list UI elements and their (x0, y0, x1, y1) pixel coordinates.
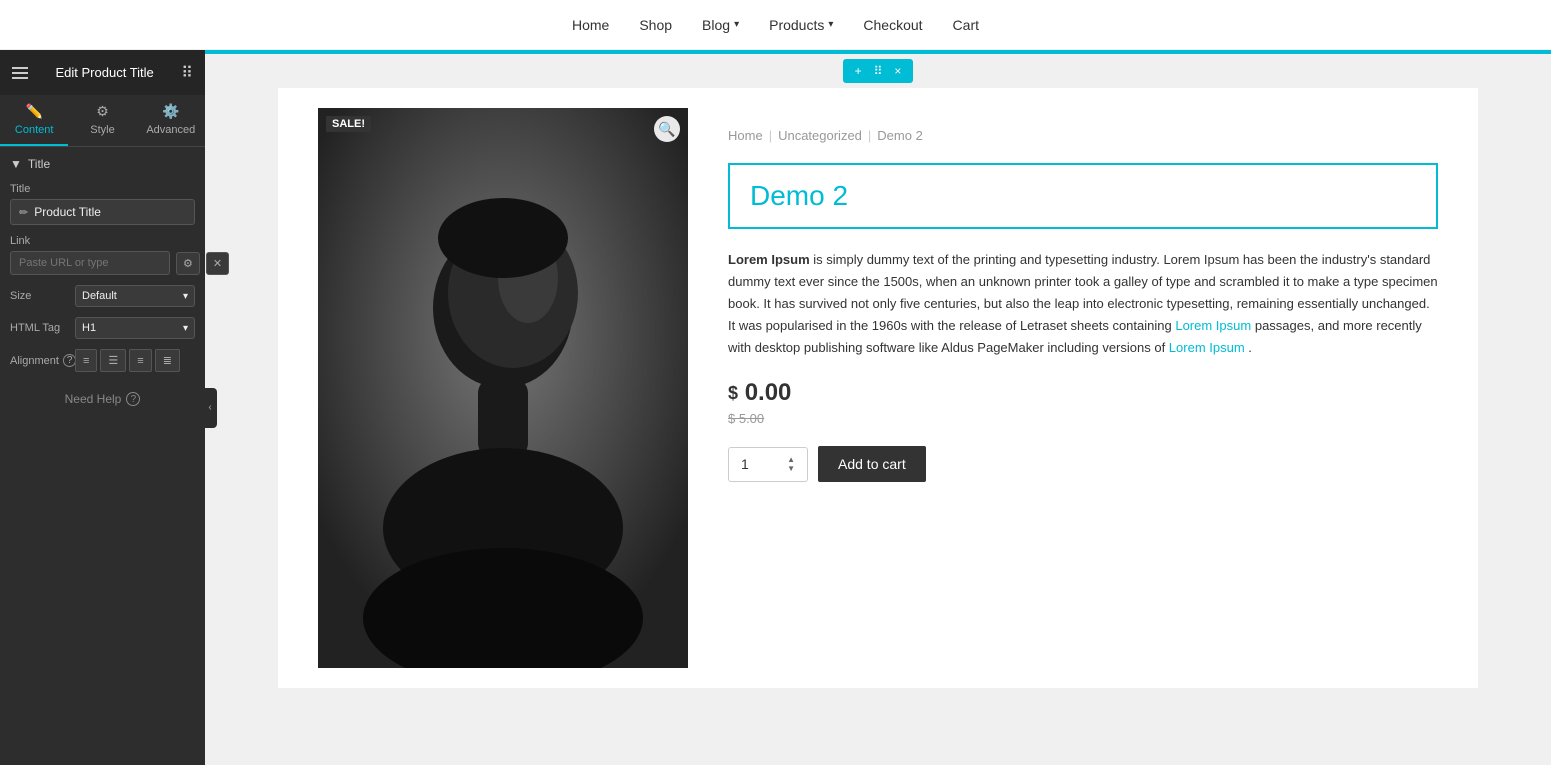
product-image (318, 108, 688, 668)
nav-cart[interactable]: Cart (953, 17, 979, 33)
link-settings-btn[interactable]: ⚙ (176, 252, 200, 275)
align-center-btn[interactable]: ☰ (100, 349, 126, 372)
title-input[interactable]: ✏ Product Title (10, 199, 195, 225)
breadcrumb-category[interactable]: Uncategorized (778, 128, 862, 143)
sale-badge: SALE! (326, 116, 371, 132)
html-tag-row: HTML Tag H1 ▾ (10, 317, 195, 339)
widget-close-btn[interactable]: × (890, 62, 905, 80)
canvas-area: + ⠿ × SALE! 🔍 (205, 50, 1551, 765)
hamburger-menu[interactable] (12, 67, 28, 79)
quantity-up[interactable]: ▲ (787, 456, 795, 464)
breadcrumb-home[interactable]: Home (728, 128, 763, 143)
desc-lorem-ipsum-bold: Lorem Ipsum (728, 252, 810, 267)
product-layout: SALE! 🔍 (318, 108, 1438, 668)
link-remove-btn[interactable]: ✕ (206, 252, 229, 275)
advanced-icon: ⚙️ (162, 103, 179, 120)
sidebar-header: Edit Product Title ⠿ (0, 50, 205, 95)
content-icon: ✏️ (25, 103, 42, 120)
currency-symbol: $ (728, 383, 738, 404)
style-icon: ⚙ (96, 103, 109, 120)
sidebar: Edit Product Title ⠿ ✏️ Content ⚙ Style … (0, 50, 205, 765)
link-input[interactable] (10, 251, 170, 275)
sidebar-collapse-tab[interactable]: ‹ (203, 388, 217, 428)
nav-checkout[interactable]: Checkout (863, 17, 922, 33)
link-field-label: Link (10, 235, 195, 247)
add-to-cart-button[interactable]: Add to cart (818, 446, 926, 482)
align-left-btn[interactable]: ≡ (75, 349, 97, 372)
tab-content[interactable]: ✏️ Content (0, 95, 68, 146)
section-title-title[interactable]: ▼ Title (10, 157, 195, 171)
quantity-value[interactable]: 1 (741, 456, 749, 472)
quantity-spinners: ▲ ▼ (787, 456, 795, 473)
html-tag-dropdown-arrow: ▾ (183, 323, 188, 334)
quantity-down[interactable]: ▼ (787, 465, 795, 473)
add-to-cart-row: 1 ▲ ▼ Add to cart (728, 446, 1438, 482)
size-dropdown-arrow: ▾ (183, 291, 188, 302)
original-price: $ 5.00 (728, 411, 1438, 426)
desc-text-3: . (1248, 340, 1252, 355)
breadcrumb-sep-2: | (868, 128, 871, 143)
main-wrapper: Edit Product Title ⠿ ✏️ Content ⚙ Style … (0, 50, 1551, 765)
product-info-col: Home | Uncategorized | Demo 2 Demo 2 Lor… (728, 108, 1438, 482)
need-help[interactable]: Need Help ? (10, 392, 195, 406)
help-icon: ? (126, 392, 140, 406)
title-input-value: Product Title (34, 205, 101, 219)
align-justify-btn[interactable]: ≣ (155, 349, 180, 372)
product-page: SALE! 🔍 (278, 88, 1478, 688)
nav-menu: Home Shop Blog ▾ Products ▾ Checkout Car… (572, 17, 979, 33)
html-tag-select-value: H1 (82, 322, 96, 334)
current-price: $ 0.00 (728, 379, 1438, 407)
size-select[interactable]: Default ▾ (75, 285, 195, 307)
widget-add-btn[interactable]: + (851, 62, 866, 80)
breadcrumb: Home | Uncategorized | Demo 2 (728, 128, 1438, 143)
alignment-label: Alignment ? (10, 354, 75, 367)
nav-products[interactable]: Products ▾ (769, 17, 833, 33)
product-title: Demo 2 (750, 180, 1416, 212)
nav-blog[interactable]: Blog ▾ (702, 17, 739, 33)
desc-link-2[interactable]: Lorem Ipsum (1169, 340, 1245, 355)
nav-shop[interactable]: Shop (639, 17, 672, 33)
breadcrumb-current: Demo 2 (877, 128, 923, 143)
widget-toolbar-inner: + ⠿ × (843, 59, 914, 83)
top-navigation: Home Shop Blog ▾ Products ▾ Checkout Car… (0, 0, 1551, 50)
sidebar-title: Edit Product Title (28, 65, 181, 80)
zoom-icon[interactable]: 🔍 (654, 116, 680, 142)
size-row: Size Default ▾ (10, 285, 195, 307)
align-right-btn[interactable]: ≡ (129, 349, 151, 372)
widget-move-btn[interactable]: ⠿ (870, 62, 887, 80)
sidebar-content: ▼ Title Title ✏ Product Title Link ⚙ ✕ S… (0, 147, 205, 765)
price-amount: 0.00 (745, 379, 792, 406)
quantity-input-wrapper: 1 ▲ ▼ (728, 447, 808, 482)
nav-home[interactable]: Home (572, 17, 609, 33)
title-field-label: Title (10, 183, 195, 195)
html-tag-label: HTML Tag (10, 322, 75, 334)
product-price: $ 0.00 $ 5.00 (728, 379, 1438, 426)
product-description: Lorem Ipsum is simply dummy text of the … (728, 249, 1438, 359)
product-title-box: Demo 2 (728, 163, 1438, 229)
alignment-buttons: ≡ ☰ ≡ ≣ (75, 349, 180, 372)
tab-advanced[interactable]: ⚙️ Advanced (137, 95, 205, 146)
section-arrow-icon: ▼ (10, 157, 22, 171)
size-select-value: Default (82, 290, 117, 302)
more-options-icon[interactable]: ⠿ (181, 63, 193, 83)
alignment-row: Alignment ? ≡ ☰ ≡ ≣ (10, 349, 195, 372)
breadcrumb-sep-1: | (769, 128, 772, 143)
desc-link-1[interactable]: Lorem Ipsum (1175, 318, 1251, 333)
html-tag-select[interactable]: H1 ▾ (75, 317, 195, 339)
pencil-icon: ✏ (19, 206, 28, 219)
tab-style[interactable]: ⚙ Style (68, 95, 136, 146)
widget-toolbar: + ⠿ × (205, 54, 1551, 88)
size-label: Size (10, 290, 75, 302)
product-image-col: SALE! 🔍 (318, 108, 688, 668)
link-row: ⚙ ✕ (10, 251, 195, 275)
sidebar-tabs: ✏️ Content ⚙ Style ⚙️ Advanced (0, 95, 205, 147)
products-dropdown-arrow: ▾ (828, 19, 833, 30)
blog-dropdown-arrow: ▾ (734, 19, 739, 30)
